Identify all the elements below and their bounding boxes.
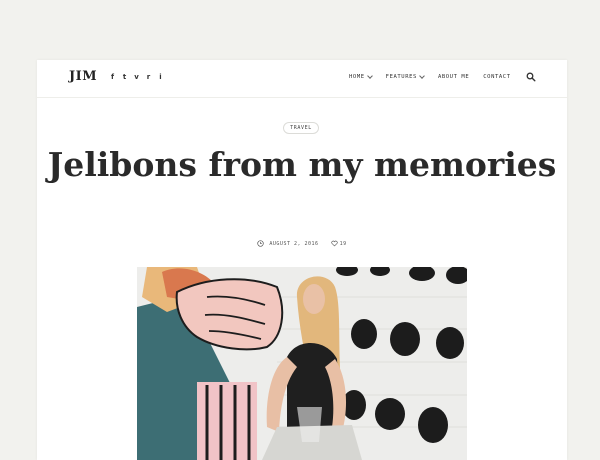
post-title: Jelibons from my memories xyxy=(47,145,557,184)
nav-item-contact[interactable]: CONTACT xyxy=(483,74,510,80)
like-count[interactable]: 19 xyxy=(340,241,347,247)
category-tag[interactable]: TRAVEL xyxy=(283,122,319,134)
nav-item-label: ABOUT ME xyxy=(437,74,470,80)
facebook-icon[interactable]: f xyxy=(109,73,116,81)
site-logo[interactable]: JIM xyxy=(69,69,97,84)
chevron-down-icon xyxy=(366,73,373,79)
site-header: JIM f t v r i HOME FEATURES ABOUT ME CON… xyxy=(37,60,567,98)
nav-item-features[interactable]: FEATURES xyxy=(385,73,425,80)
nav-item-label: HOME xyxy=(349,74,365,80)
vimeo-icon[interactable]: v xyxy=(133,73,140,81)
reddit-icon[interactable]: r xyxy=(145,73,152,81)
search-icon[interactable] xyxy=(526,72,536,82)
nav-item-label: CONTACT xyxy=(483,74,511,80)
twitter-icon[interactable]: t xyxy=(121,73,128,81)
heart-icon[interactable] xyxy=(330,240,338,247)
nav-item-home[interactable]: HOME xyxy=(349,73,373,80)
page-card: JIM f t v r i HOME FEATURES ABOUT ME CON… xyxy=(37,60,567,460)
social-links: f t v r i xyxy=(109,73,164,81)
instagram-icon[interactable]: i xyxy=(157,73,164,81)
post-date: AUGUST 2, 2016 xyxy=(269,240,319,247)
chevron-down-icon xyxy=(419,73,425,79)
featured-image[interactable] xyxy=(137,267,467,460)
main-nav: HOME FEATURES ABOUT ME CONTACT xyxy=(349,73,525,80)
nav-item-label: FEATURES xyxy=(385,74,417,80)
nav-item-about-me[interactable]: ABOUT ME xyxy=(438,74,469,80)
clock-icon xyxy=(257,240,265,247)
post-meta: AUGUST 2, 2016 19 xyxy=(37,240,567,247)
